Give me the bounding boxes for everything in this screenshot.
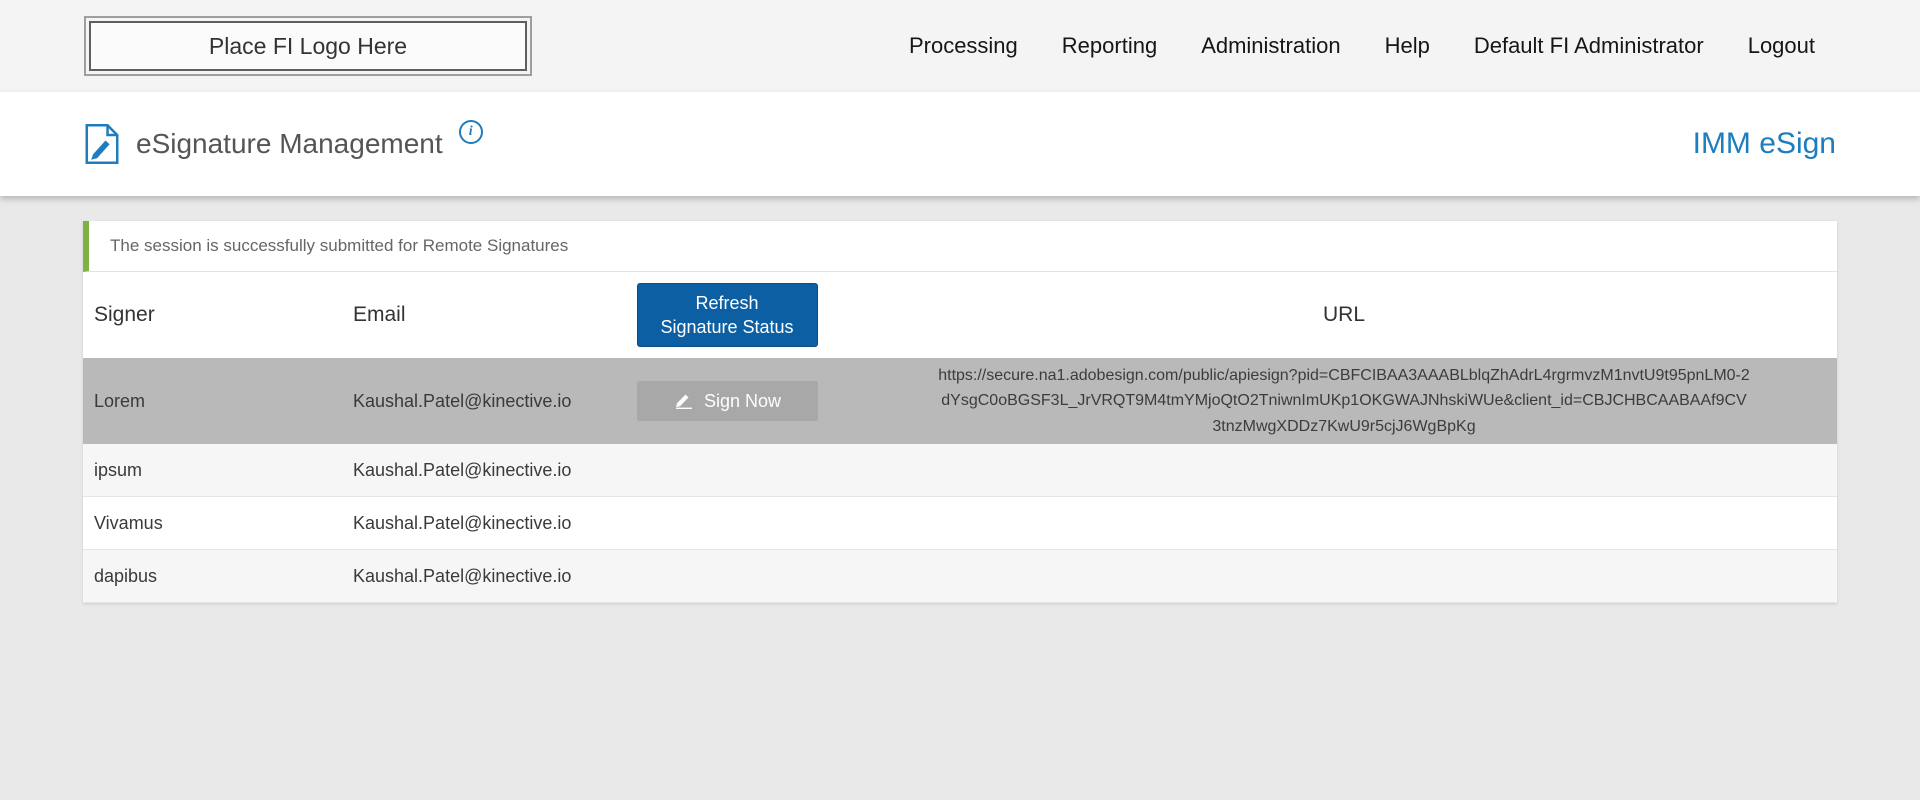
content-area: The session is successfully submitted fo…: [0, 196, 1920, 800]
nav-item-user-menu[interactable]: Default FI Administrator: [1474, 33, 1704, 59]
pen-icon: [673, 393, 695, 409]
signer-name: Vivamus: [83, 513, 353, 534]
refresh-signature-status-button[interactable]: Refresh Signature Status: [637, 283, 818, 347]
top-navigation-bar: Place FI Logo Here Processing Reporting …: [0, 0, 1920, 92]
fi-logo-placeholder: Place FI Logo Here: [84, 16, 532, 76]
signer-email: Kaushal.Patel@kinective.io: [353, 391, 603, 412]
signer-name: dapibus: [83, 566, 353, 587]
nav-item-logout[interactable]: Logout: [1748, 33, 1815, 59]
fi-logo-inner-frame: Place FI Logo Here: [89, 21, 527, 71]
brand-imm-esign: IMM eSign: [1693, 127, 1836, 161]
info-icon-glyph: i: [469, 124, 473, 140]
signer-name: Lorem: [83, 391, 353, 412]
column-header-url: URL: [851, 303, 1837, 327]
table-row-ipsum[interactable]: ipsum Kaushal.Patel@kinective.io: [83, 444, 1837, 497]
refresh-button-line2: Signature Status: [660, 315, 793, 339]
table-row-vivamus[interactable]: Vivamus Kaushal.Patel@kinective.io: [83, 497, 1837, 550]
signer-name: ipsum: [83, 460, 353, 481]
column-header-email: Email: [353, 303, 603, 327]
esignature-document-icon: [84, 123, 120, 165]
nav-item-help[interactable]: Help: [1385, 33, 1430, 59]
signer-email: Kaushal.Patel@kinective.io: [353, 566, 603, 587]
signer-email: Kaushal.Patel@kinective.io: [353, 513, 603, 534]
page-header: eSignature Management i IMM eSign: [0, 92, 1920, 196]
nav-item-administration[interactable]: Administration: [1201, 33, 1340, 59]
table-row-dapibus[interactable]: dapibus Kaushal.Patel@kinective.io: [83, 550, 1837, 603]
fi-logo-text: Place FI Logo Here: [209, 33, 407, 60]
table-header-row: Signer Email Refresh Signature Status UR…: [83, 272, 1837, 358]
success-alert-message: The session is successfully submitted fo…: [110, 236, 568, 256]
table-row-lorem[interactable]: Lorem Kaushal.Patel@kinective.io Sign No…: [83, 358, 1837, 444]
signer-email: Kaushal.Patel@kinective.io: [353, 460, 603, 481]
refresh-button-line1: Refresh: [695, 291, 758, 315]
page-title: eSignature Management: [136, 128, 443, 160]
sign-now-label: Sign Now: [704, 391, 781, 412]
page-title-group: eSignature Management i: [84, 123, 483, 165]
info-icon[interactable]: i: [459, 120, 483, 144]
sign-now-cell: Sign Now: [603, 381, 851, 421]
signers-panel: The session is successfully submitted fo…: [83, 221, 1837, 603]
signing-url: https://secure.na1.adobesign.com/public/…: [929, 363, 1759, 440]
column-header-signer: Signer: [83, 303, 353, 327]
main-nav: Processing Reporting Administration Help…: [909, 33, 1815, 59]
sign-now-button[interactable]: Sign Now: [637, 381, 818, 421]
success-alert: The session is successfully submitted fo…: [83, 221, 1837, 272]
nav-item-reporting[interactable]: Reporting: [1062, 33, 1157, 59]
nav-item-processing[interactable]: Processing: [909, 33, 1018, 59]
refresh-button-cell: Refresh Signature Status: [603, 283, 851, 347]
